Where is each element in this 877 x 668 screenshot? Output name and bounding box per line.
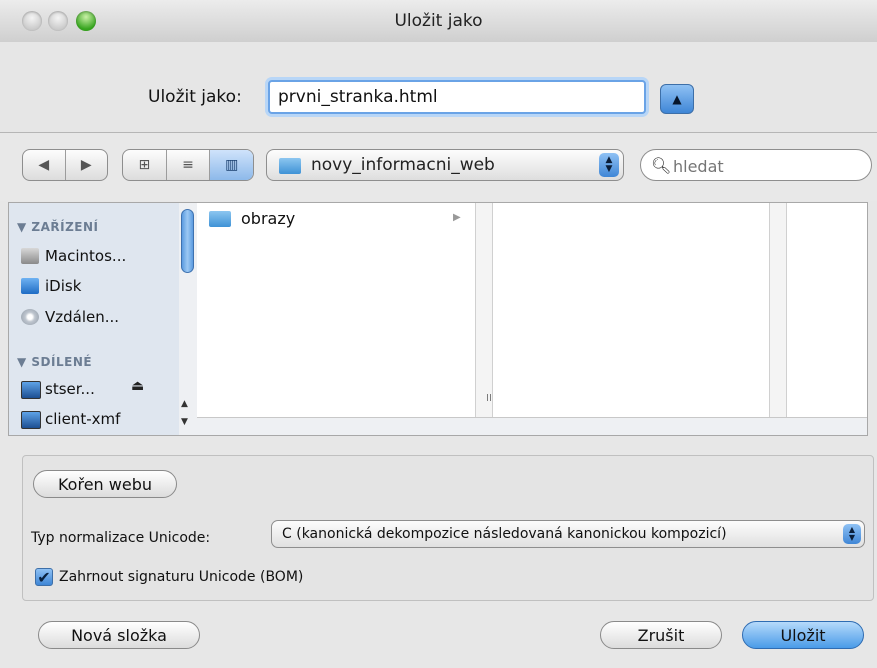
sidebar-item-idisk[interactable]: iDisk xyxy=(45,277,81,295)
column-view-button[interactable]: ▥ xyxy=(209,150,253,180)
checkmark-icon: ✔ xyxy=(37,567,51,587)
toolbar: ◀ ▶ ⊞ ≡ ▥ novy_informacni_web ▲ ▼ 🔍︎ xyxy=(0,133,877,201)
icon-view-button[interactable]: ⊞ xyxy=(123,150,166,180)
location-popup[interactable]: novy_informacni_web ▲ ▼ xyxy=(266,149,624,181)
sidebar-scrollbar[interactable]: ▲ ▼ xyxy=(179,203,198,435)
options-panel: Kořen webu Typ normalizace Unicode: C (k… xyxy=(22,455,874,601)
search-icon: 🔍︎ xyxy=(651,156,672,175)
sidebar-item-stser[interactable]: stser... xyxy=(45,380,95,398)
computer-icon xyxy=(21,411,41,429)
view-mode-buttons: ⊞ ≡ ▥ xyxy=(122,149,254,181)
save-button[interactable]: Uložit xyxy=(742,621,864,649)
horizontal-scrollbar[interactable] xyxy=(197,417,867,435)
forward-icon: ▶ xyxy=(80,157,92,173)
computer-icon xyxy=(21,381,41,399)
location-label: novy_informacni_web xyxy=(311,155,495,175)
sidebar-item-remote-disc[interactable]: Vzdálen... xyxy=(45,308,119,326)
sidebar: ▼ ZAŘÍZENÍ Macintos... iDisk Vzdálen... … xyxy=(9,203,180,435)
collapse-browser-button[interactable]: ▲ xyxy=(660,84,694,114)
scroll-up-arrow-icon[interactable]: ▲ xyxy=(181,399,188,409)
hard-disk-icon xyxy=(21,248,39,264)
navigation-buttons: ◀ ▶ xyxy=(22,149,108,181)
search-input[interactable] xyxy=(671,154,865,178)
list-view-icon: ≡ xyxy=(182,157,194,173)
bom-checkbox-label: Zahrnout signaturu Unicode (BOM) xyxy=(59,569,304,585)
save-as-label: Uložit jako: xyxy=(148,87,242,107)
save-dialog: Uložit jako Uložit jako: prvni_stranka.h… xyxy=(0,0,877,668)
popup-arrows-icon: ▲ ▼ xyxy=(599,153,619,177)
cancel-button[interactable]: Zrušit xyxy=(600,621,722,649)
triangle-up-icon: ▲ xyxy=(672,92,682,106)
file-browser: ▼ ZAŘÍZENÍ Macintos... iDisk Vzdálen... … xyxy=(8,202,868,436)
browser-column-1: obrazy ▶ xyxy=(197,203,475,417)
chevron-right-icon: ▶ xyxy=(453,212,461,223)
new-folder-button[interactable]: Nová složka xyxy=(38,621,200,649)
title-bar: Uložit jako xyxy=(0,0,877,43)
folder-name: obrazy xyxy=(241,209,296,228)
normalization-select[interactable]: C (kanonická dekompozice následovaná kan… xyxy=(271,520,865,548)
filename-input[interactable]: prvni_stranka.html xyxy=(268,80,646,114)
popup-arrows-icon: ▲ ▼ xyxy=(843,524,861,544)
back-button[interactable]: ◀ xyxy=(23,150,65,180)
scrollbar-thumb[interactable] xyxy=(181,209,194,273)
normalization-label: Typ normalizace Unicode: xyxy=(31,530,211,546)
save-as-row: Uložit jako: prvni_stranka.html ▲ xyxy=(0,42,877,133)
forward-button[interactable]: ▶ xyxy=(64,150,108,180)
list-view-button[interactable]: ≡ xyxy=(165,150,210,180)
bom-checkbox[interactable]: ✔ xyxy=(35,567,53,587)
sidebar-item-client-xmf[interactable]: client-xmf xyxy=(45,410,120,428)
column-divider[interactable] xyxy=(475,203,493,417)
column-view-icon: ▥ xyxy=(225,157,239,173)
sidebar-header-shared: ▼ SDÍLENÉ xyxy=(17,355,93,369)
icon-view-icon: ⊞ xyxy=(138,157,151,173)
column-divider[interactable] xyxy=(769,203,787,417)
remote-disc-icon xyxy=(21,309,39,325)
folder-icon xyxy=(279,158,301,174)
sidebar-item-macintosh[interactable]: Macintos... xyxy=(45,247,126,265)
web-root-button[interactable]: Kořen webu xyxy=(33,470,177,498)
column-resize-grip-icon[interactable]: II xyxy=(486,393,492,404)
folder-icon xyxy=(209,211,231,227)
window-title: Uložit jako xyxy=(394,11,483,31)
search-field[interactable]: 🔍︎ xyxy=(640,149,872,181)
scroll-down-arrow-icon[interactable]: ▼ xyxy=(181,417,188,427)
idisk-icon xyxy=(21,278,39,294)
back-icon: ◀ xyxy=(38,157,50,173)
eject-icon[interactable]: ⏏ xyxy=(131,378,144,394)
normalization-value: C (kanonická dekompozice následovaná kan… xyxy=(282,526,727,542)
sidebar-header-devices: ▼ ZAŘÍZENÍ xyxy=(17,220,99,234)
